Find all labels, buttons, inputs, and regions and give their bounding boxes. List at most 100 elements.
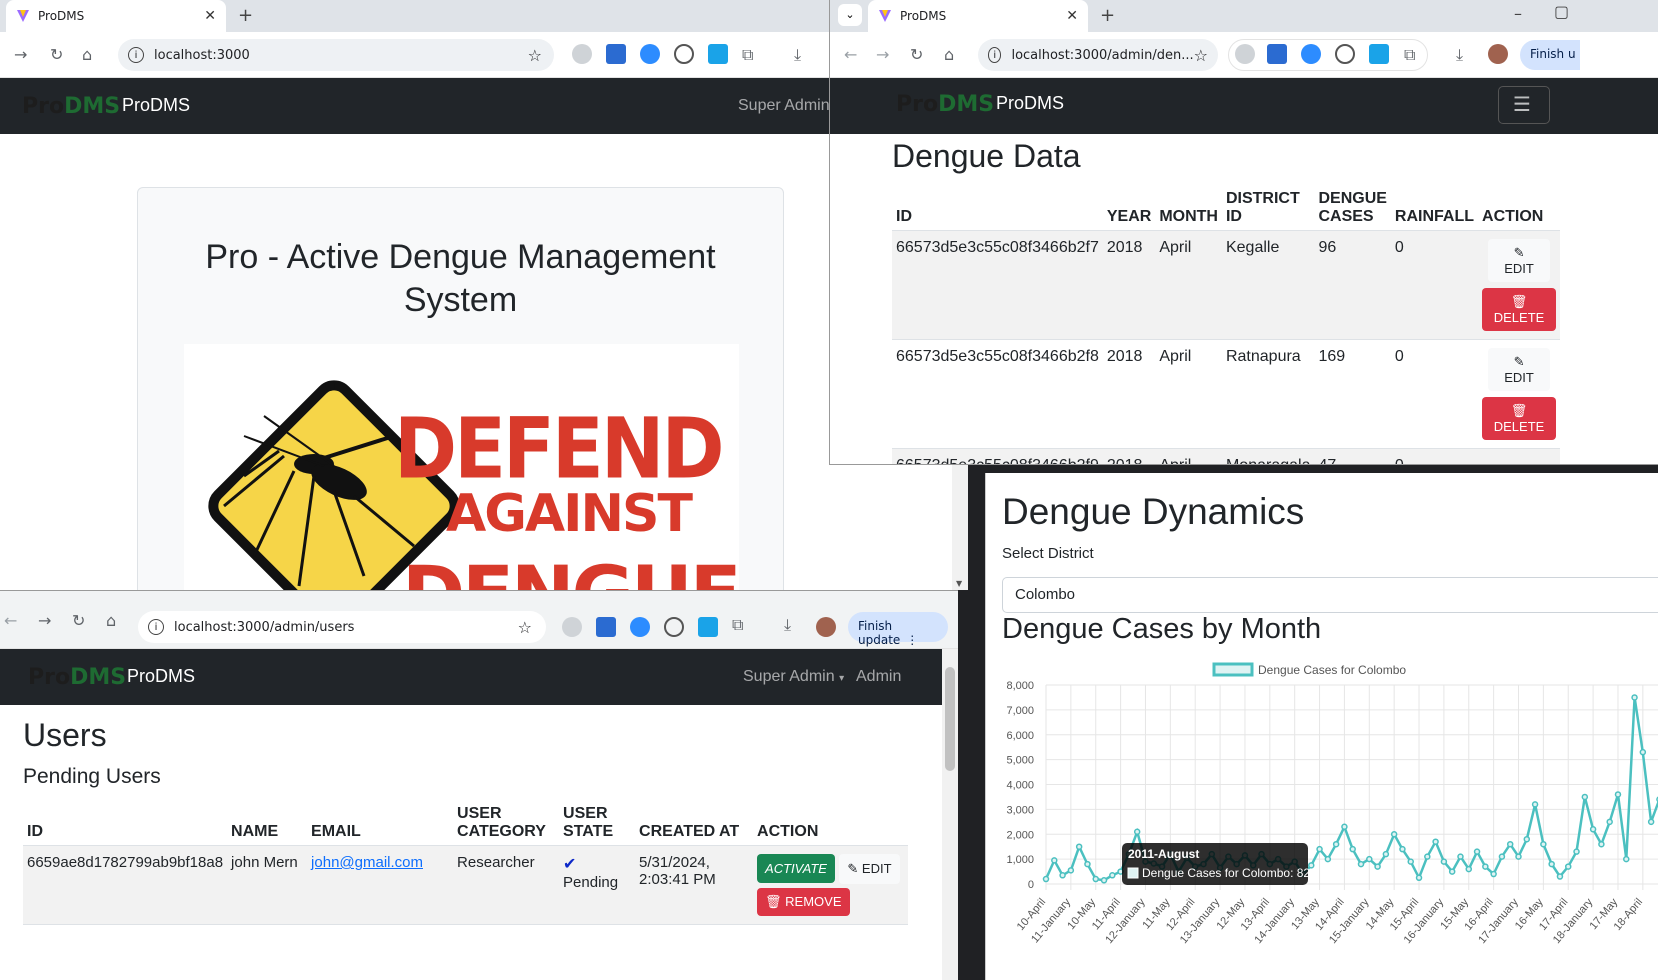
avatar[interactable] bbox=[816, 617, 836, 637]
folder-extension-icon[interactable] bbox=[1369, 44, 1389, 64]
back-icon[interactable]: ← bbox=[844, 45, 857, 64]
close-tab-icon[interactable]: ✕ bbox=[204, 8, 216, 24]
data-point bbox=[1051, 857, 1058, 864]
data-point bbox=[1606, 818, 1613, 826]
bookmark-star-icon[interactable]: ☆ bbox=[1194, 46, 1208, 65]
new-tab-icon[interactable]: + bbox=[1100, 5, 1115, 26]
cell-action: ACTIVATE ✎ EDIT 🗑 REMOVE bbox=[753, 845, 908, 925]
scrollbar-thumb[interactable] bbox=[945, 667, 955, 771]
data-point bbox=[1623, 855, 1630, 863]
download-icon[interactable]: ⤓ bbox=[784, 615, 791, 635]
puzzle-icon[interactable]: ⧉ bbox=[732, 615, 743, 635]
address-bar[interactable]: i localhost:3000 ☆ bbox=[118, 39, 554, 71]
nav-admin[interactable]: Admin bbox=[856, 668, 901, 686]
reload-icon[interactable]: ↻ bbox=[910, 45, 923, 64]
new-extension-icon[interactable] bbox=[1267, 44, 1287, 64]
extension-icon[interactable] bbox=[572, 44, 592, 64]
navbar-toggler[interactable]: ☰ bbox=[1498, 86, 1550, 124]
site-info-icon[interactable]: i bbox=[128, 47, 144, 63]
minimize-icon[interactable]: – bbox=[1514, 4, 1522, 23]
brand-link[interactable]: ProDMS bbox=[122, 95, 190, 116]
folder-extension-icon[interactable] bbox=[698, 617, 718, 637]
folder-extension-icon[interactable] bbox=[708, 44, 728, 64]
home-icon[interactable]: ⌂ bbox=[944, 45, 954, 64]
tab-search-icon[interactable]: ⌄ bbox=[838, 4, 862, 26]
edit-button[interactable]: ✎ EDIT bbox=[1488, 239, 1550, 282]
site-info-icon[interactable]: i bbox=[988, 47, 1002, 63]
data-point bbox=[1548, 860, 1555, 868]
data-point bbox=[1473, 848, 1481, 855]
zoom-extension-icon[interactable] bbox=[640, 44, 660, 64]
data-point bbox=[1540, 840, 1547, 848]
puzzle-icon[interactable]: ⧉ bbox=[1404, 45, 1415, 65]
delete-button[interactable]: 🗑 DELETE bbox=[1482, 397, 1557, 440]
data-point bbox=[1399, 845, 1406, 853]
district-select[interactable]: Colombo bbox=[1002, 577, 1658, 613]
prodms-logo[interactable]: ProDMS bbox=[896, 92, 994, 117]
browser-window-users: ← → ↻ ⌂ i localhost:3000/admin/users ☆ ⧉… bbox=[0, 590, 958, 980]
data-point bbox=[1390, 831, 1398, 838]
reload-icon[interactable]: ↻ bbox=[50, 45, 63, 64]
forward-icon[interactable]: → bbox=[14, 45, 27, 64]
cell-id: 66573d5e3c55c08f3466b2f9 bbox=[892, 448, 1103, 464]
forward-icon[interactable]: → bbox=[876, 45, 889, 64]
close-tab-icon[interactable]: ✕ bbox=[1066, 8, 1078, 24]
prodms-logo[interactable]: ProDMS bbox=[28, 665, 126, 690]
nav-super-admin-dropdown[interactable]: Super Admin ▾ bbox=[743, 668, 844, 686]
maximize-icon[interactable]: ▢ bbox=[1554, 2, 1569, 21]
col-state: USER STATE bbox=[559, 801, 636, 846]
edit-button[interactable]: ✎ EDIT bbox=[1488, 348, 1550, 391]
address-bar[interactable]: i localhost:3000/admin/users ☆ bbox=[138, 611, 546, 643]
reload-icon[interactable]: ↻ bbox=[72, 611, 85, 630]
new-extension-icon[interactable] bbox=[596, 617, 616, 637]
cell-id: 6659ae8d1782799ab9bf18a8 bbox=[23, 845, 228, 925]
download-icon[interactable]: ⤓ bbox=[1456, 45, 1463, 65]
data-point bbox=[1506, 840, 1514, 848]
address-bar[interactable]: i localhost:3000/admin/den... ☆ bbox=[978, 39, 1218, 71]
back-icon[interactable]: ← bbox=[4, 611, 17, 630]
data-point bbox=[1092, 875, 1099, 883]
puzzle-icon[interactable]: ⧉ bbox=[742, 45, 753, 65]
zoom-extension-icon[interactable] bbox=[630, 617, 650, 637]
zoom-extension-icon[interactable] bbox=[1301, 44, 1321, 64]
delete-button[interactable]: 🗑 DELETE bbox=[1482, 288, 1557, 331]
edit-icon: ✎ bbox=[1513, 354, 1525, 369]
hamburger-icon: ☰ bbox=[1513, 92, 1531, 116]
site-info-icon[interactable]: i bbox=[148, 619, 164, 635]
circle-extension-icon[interactable] bbox=[664, 617, 684, 637]
scroll-down-arrow-icon[interactable]: ▼ bbox=[956, 579, 962, 588]
prodms-logo[interactable]: ProDMS bbox=[22, 94, 120, 119]
extension-icon[interactable] bbox=[1235, 44, 1255, 64]
home-icon[interactable]: ⌂ bbox=[106, 611, 116, 630]
brand-link[interactable]: ProDMS bbox=[996, 93, 1064, 114]
nav-super-admin[interactable]: Super Admin bbox=[738, 97, 830, 115]
circle-extension-icon[interactable] bbox=[674, 44, 694, 64]
finish-update-button[interactable]: Finish update ⋮ bbox=[848, 612, 948, 647]
scrollbar[interactable] bbox=[942, 649, 958, 980]
edit-button[interactable]: ✎ EDIT bbox=[839, 854, 900, 884]
avatar[interactable] bbox=[1488, 44, 1508, 64]
finish-update-button[interactable]: Finish u bbox=[1520, 40, 1580, 70]
brand-link[interactable]: ProDMS bbox=[127, 666, 195, 687]
download-icon[interactable]: ⤓ bbox=[794, 45, 801, 65]
tab-prodms[interactable]: ProDMS ✕ bbox=[6, 0, 226, 32]
extension-icon[interactable] bbox=[562, 617, 582, 637]
cell-year: 2018 bbox=[1102, 339, 1156, 449]
email-link[interactable]: john@gmail.com bbox=[311, 854, 423, 871]
home-icon[interactable]: ⌂ bbox=[82, 45, 92, 64]
dengue-cases-chart[interactable]: Dengue Cases for Colombo 8,000 7,000 6,000 5… bbox=[986, 653, 1658, 980]
bookmark-star-icon[interactable]: ☆ bbox=[528, 46, 542, 65]
forward-icon[interactable]: → bbox=[38, 611, 51, 630]
bookmark-star-icon[interactable]: ☆ bbox=[518, 618, 532, 637]
new-extension-icon[interactable] bbox=[606, 44, 626, 64]
tab-prodms[interactable]: ProDMS ✕ bbox=[868, 0, 1088, 32]
data-point bbox=[1341, 823, 1348, 831]
legend-swatch bbox=[1212, 662, 1254, 677]
remove-button[interactable]: 🗑 REMOVE bbox=[757, 888, 850, 916]
new-tab-icon[interactable]: + bbox=[238, 5, 253, 26]
activate-button[interactable]: ACTIVATE bbox=[757, 854, 835, 883]
col-month: MONTH bbox=[1155, 186, 1222, 231]
table-row: 6659ae8d1782799ab9bf18a8 john Mern john@… bbox=[23, 845, 908, 925]
circle-extension-icon[interactable] bbox=[1335, 44, 1355, 64]
col-created: CREATED AT bbox=[635, 801, 754, 846]
